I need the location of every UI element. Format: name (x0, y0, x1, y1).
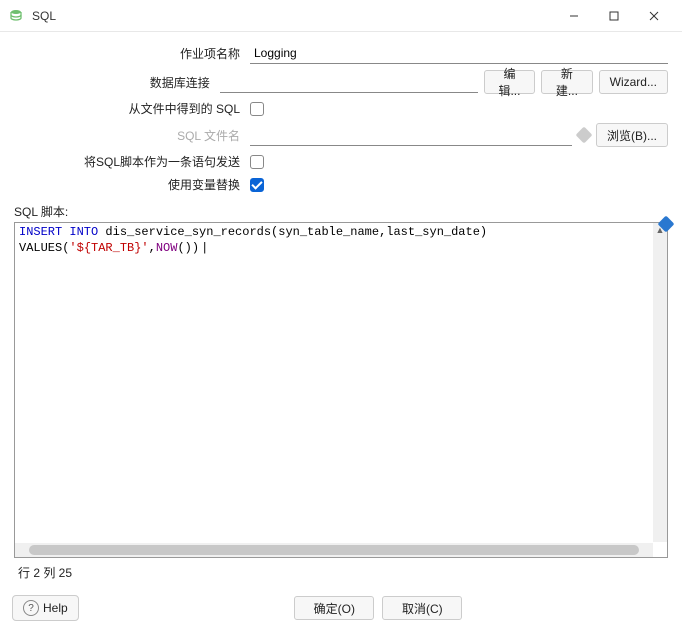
help-label: Help (43, 601, 68, 615)
row-sql-filename: SQL 文件名 浏览(B)... (14, 123, 668, 147)
sql-editor-wrap: INSERT INTO dis_service_syn_records(syn_… (14, 222, 668, 558)
ok-button[interactable]: 确定(O) (294, 596, 374, 620)
sql-closeparen: ) (480, 225, 487, 239)
sql-filename-input[interactable] (250, 124, 572, 146)
label-db-connection: 数据库连接 (14, 74, 214, 91)
sql-keyword-insert: INSERT INTO (19, 225, 98, 239)
edit-button[interactable]: 编辑... (484, 70, 535, 94)
label-var-subst: 使用变量替换 (14, 176, 244, 193)
row-db-connection: 数据库连接 编辑... 新建... Wizard... (14, 70, 668, 94)
sql-col2: last_syn_date (386, 225, 480, 239)
job-name-input[interactable] (250, 42, 668, 64)
label-job-name: 作业项名称 (14, 45, 244, 62)
var-subst-checkbox[interactable] (250, 178, 264, 192)
scroll-thumb[interactable] (29, 545, 639, 555)
sql-from-file-checkbox[interactable] (250, 102, 264, 116)
cancel-button[interactable]: 取消(C) (382, 596, 462, 620)
minimize-button[interactable] (554, 2, 594, 30)
status-cursor: 行 2 列 25 (14, 558, 668, 587)
sql-col1: syn_table_name (278, 225, 379, 239)
send-single-checkbox[interactable] (250, 155, 264, 169)
help-icon: ? (23, 600, 39, 616)
sql-string-literal: '${TAR_TB}' (69, 241, 148, 255)
label-sql-filename: SQL 文件名 (14, 127, 244, 144)
sql-tail: ()) (177, 241, 199, 255)
row-send-single: 将SQL脚本作为一条语句发送 (14, 153, 668, 170)
label-sql-from-file: 从文件中得到的 SQL (14, 100, 244, 117)
window-title: SQL (32, 9, 554, 23)
label-send-single: 将SQL脚本作为一条语句发送 (14, 153, 244, 170)
row-sql-from-file: 从文件中得到的 SQL (14, 100, 668, 117)
sql-script-label: SQL 脚本: (14, 203, 668, 220)
sql-editor[interactable]: INSERT INTO dis_service_syn_records(syn_… (14, 222, 668, 558)
row-var-subst: 使用变量替换 (14, 176, 668, 193)
app-icon (8, 8, 24, 24)
maximize-button[interactable] (594, 2, 634, 30)
sql-comma2: , (149, 241, 156, 255)
sql-now-fn: NOW (156, 241, 178, 255)
sql-table: dis_service_syn_records (98, 225, 271, 239)
sql-values-kw: VALUES( (19, 241, 69, 255)
footer: ? Help 确定(O) 取消(C) (0, 587, 682, 633)
wizard-button[interactable]: Wizard... (599, 70, 668, 94)
row-job-name: 作业项名称 (14, 42, 668, 64)
content: 作业项名称 数据库连接 编辑... 新建... Wizard... 从文件中得到… (0, 32, 682, 587)
new-button[interactable]: 新建... (541, 70, 592, 94)
browse-button[interactable]: 浏览(B)... (596, 123, 668, 147)
variable-indicator-icon (576, 127, 593, 144)
text-cursor: | (201, 241, 208, 255)
db-connection-input[interactable] (220, 71, 478, 93)
editor-vertical-scrollbar[interactable]: ▲ (653, 223, 667, 542)
titlebar: SQL (0, 0, 682, 32)
help-button[interactable]: ? Help (12, 595, 79, 621)
editor-horizontal-scrollbar[interactable] (15, 543, 653, 557)
close-button[interactable] (634, 2, 674, 30)
